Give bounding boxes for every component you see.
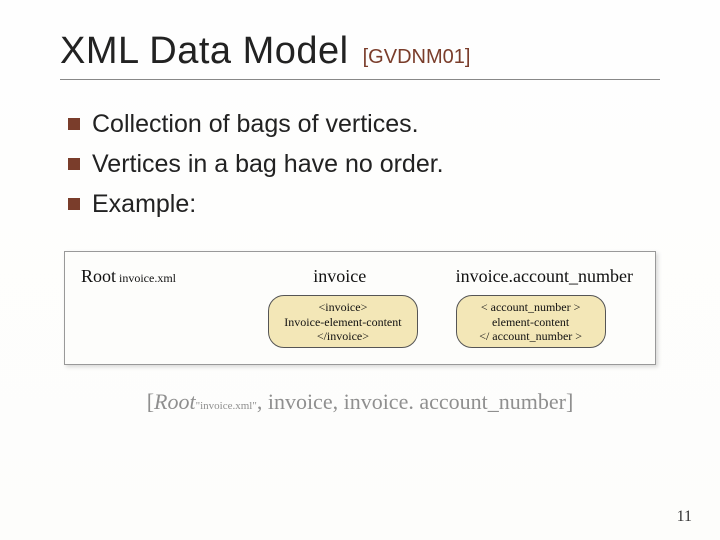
page-number: 11 [677,508,692,526]
node-box-account-number: < account_number > element-content </ ac… [456,295,606,348]
slide-title: XML Data Model [60,30,349,73]
node-line: </ account_number > [471,329,591,343]
footer-close-bracket: ] [566,389,573,414]
bullet-item: Example: [68,188,660,222]
diagram-boxes-row: <invoice> Invoice-element-content </invo… [81,295,639,348]
label-root-sub: invoice.xml [116,271,176,285]
label-root: Root invoice.xml [81,266,254,287]
box-slot-mid: <invoice> Invoice-element-content </invo… [258,295,429,348]
bullet-item: Vertices in a bag have no order. [68,148,660,182]
footer-root: Root [154,389,196,414]
label-root-main: Root [81,266,116,286]
node-line: < account_number > [471,300,591,314]
bullet-square-icon [68,118,80,130]
slide: XML Data Model [GVDNM01] Collection of b… [0,0,720,540]
bullet-item: Collection of bags of vertices. [68,108,660,142]
box-slot-empty [87,295,258,348]
bullet-list: Collection of bags of vertices. Vertices… [68,108,660,221]
bullet-text: Vertices in a bag have no order. [92,148,444,182]
box-slot-right: < account_number > element-content </ ac… [428,295,633,348]
bullet-square-icon [68,198,80,210]
bullet-text: Example: [92,188,196,222]
title-citation: [GVDNM01] [363,46,471,69]
node-line: </invoice> [283,329,403,343]
node-box-invoice: <invoice> Invoice-element-content </invo… [268,295,418,348]
footer-root-sub: "invoice.xml" [196,400,257,412]
bullet-text: Collection of bags of vertices. [92,108,419,142]
footer-expression: [Root"invoice.xml", invoice, invoice. ac… [60,389,660,415]
footer-open-bracket: [ [147,389,154,414]
bullet-square-icon [68,158,80,170]
diagram-labels-row: Root invoice.xml invoice invoice.account… [81,266,639,287]
node-line: Invoice-element-content [283,315,403,329]
footer-rest: , invoice, invoice. account_number [257,389,566,414]
node-line: element-content [471,315,591,329]
title-row: XML Data Model [GVDNM01] [60,30,660,80]
label-account-number: invoice.account_number [426,266,639,287]
label-invoice: invoice [254,266,427,287]
example-diagram: Root invoice.xml invoice invoice.account… [64,251,656,365]
node-line: <invoice> [283,300,403,314]
